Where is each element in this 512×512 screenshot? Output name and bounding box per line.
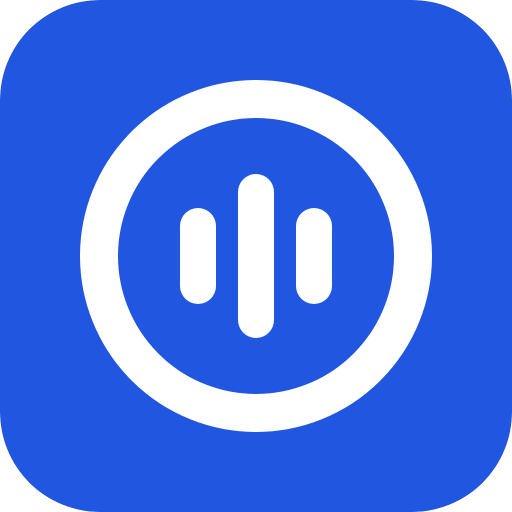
waveform-bar-center [238,174,274,338]
audio-waveform-icon [0,0,512,512]
waveform-bar-right [296,208,332,304]
waveform-bar-left [180,208,216,304]
app-icon[interactable] [0,0,512,512]
